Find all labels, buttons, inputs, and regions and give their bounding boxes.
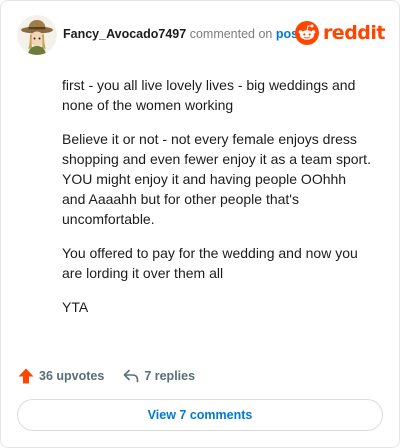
view-comments-button[interactable]: View 7 comments bbox=[17, 399, 383, 431]
comment-paragraph: YTA bbox=[62, 299, 89, 315]
comment-body: first - you all live lovely lives - big … bbox=[62, 75, 372, 331]
comment-actions: 36 upvotes 7 replies bbox=[17, 365, 195, 387]
avatar-icon bbox=[17, 15, 57, 55]
comment-header: Fancy_Avocado7497 commented on post redd… bbox=[17, 15, 386, 55]
reddit-logo[interactable]: reddit bbox=[294, 19, 386, 47]
reddit-alien-icon bbox=[294, 21, 319, 45]
comment-paragraph: You offered to pay for the wedding and n… bbox=[62, 245, 358, 281]
action-text: commented on bbox=[189, 27, 273, 41]
upvote-button[interactable]: 36 upvotes bbox=[17, 367, 104, 385]
upvote-arrow-icon bbox=[18, 368, 34, 384]
comment-paragraph: first - you all live lovely lives - big … bbox=[62, 77, 356, 113]
reddit-wordmark: reddit bbox=[322, 22, 386, 44]
replies-count: 7 replies bbox=[144, 369, 196, 383]
upvotes-count: 36 upvotes bbox=[39, 369, 105, 383]
replies-button[interactable]: 7 replies bbox=[122, 367, 195, 385]
comment-paragraph: Believe it or not - not every female enj… bbox=[62, 131, 371, 227]
comment-meta: Fancy_Avocado7497 commented on post bbox=[63, 27, 302, 41]
username[interactable]: Fancy_Avocado7497 bbox=[63, 27, 186, 41]
avatar[interactable] bbox=[17, 15, 57, 55]
comment-card: Fancy_Avocado7497 commented on post redd… bbox=[0, 0, 400, 448]
reply-arrow-icon bbox=[124, 369, 139, 383]
